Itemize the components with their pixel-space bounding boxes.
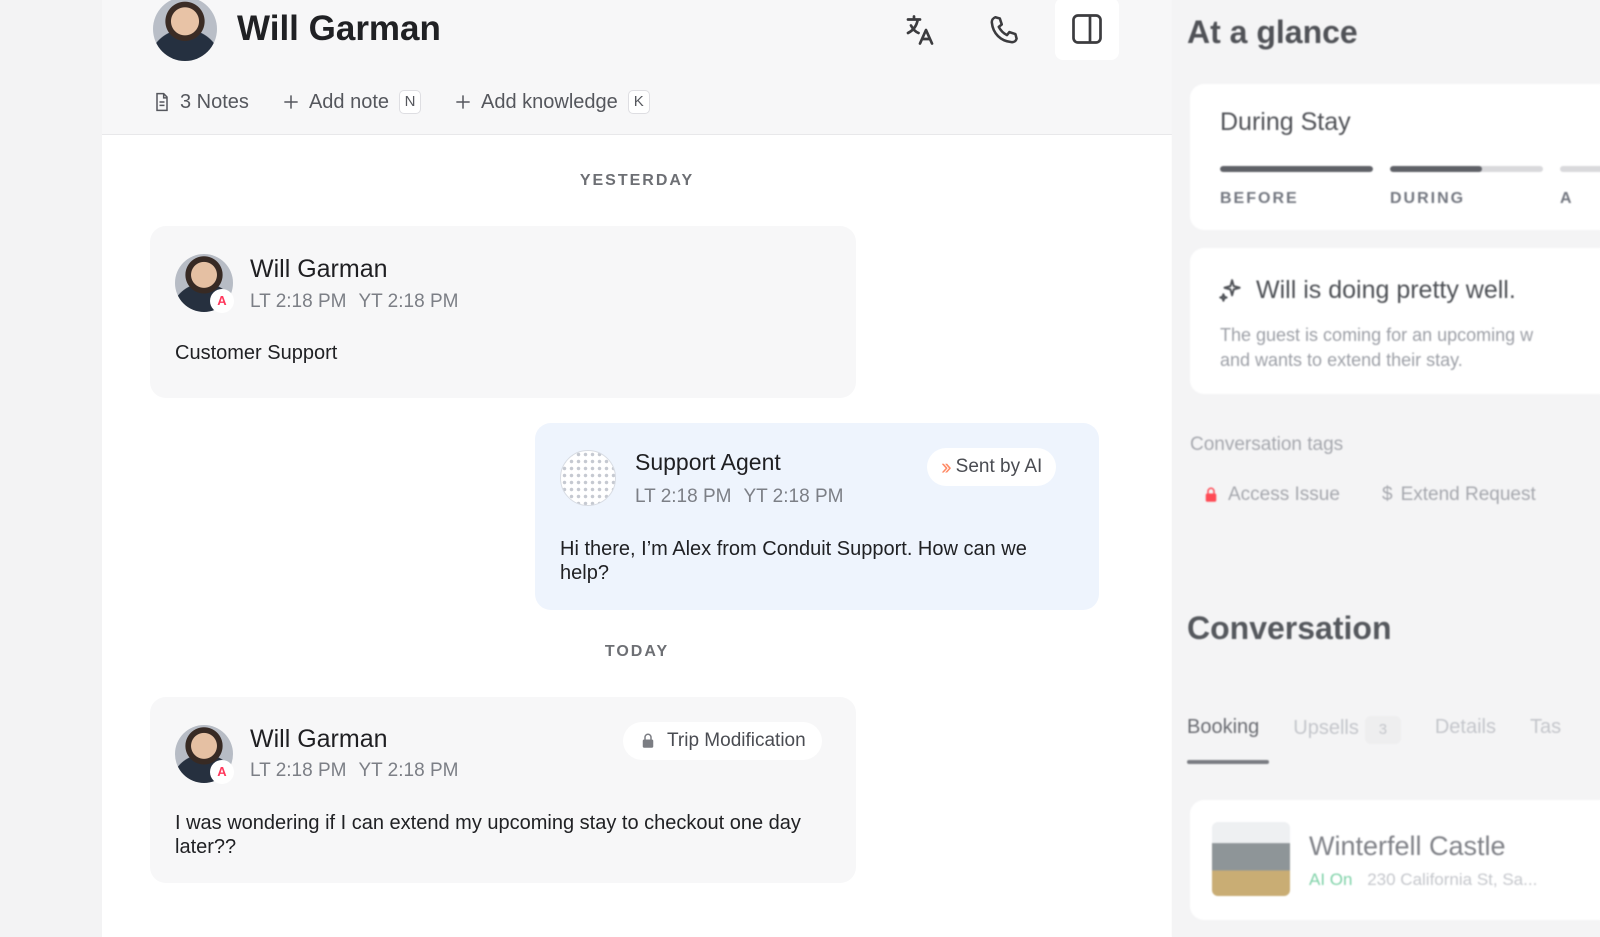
message-timestamps: LT 2:18 PM YT 2:18 PM <box>635 486 843 508</box>
conversation-main: Will Garman 3 Notes Add note N Add knowl… <box>102 0 1172 937</box>
plus-icon <box>456 95 470 109</box>
tag-label: Extend Request <box>1400 484 1536 505</box>
document-icon <box>156 92 168 112</box>
conversation-tabs: Booking Upsells 3 Details Tas <box>1187 716 1561 744</box>
message-timestamps: LT 2:18 PM YT 2:18 PM <box>250 760 458 782</box>
summary-line: The guest is coming for an upcoming w <box>1220 325 1534 345</box>
message-timestamps: LT 2:18 PM YT 2:18 PM <box>250 291 458 313</box>
at-a-glance-title: At a glance <box>1187 14 1358 50</box>
tab-upsells-label: Upsells <box>1293 717 1359 739</box>
extend-request-tag[interactable]: $ Extend Request <box>1382 484 1536 506</box>
sidebar-panel-icon[interactable] <box>1055 0 1119 60</box>
sent-by-ai-badge: ›› Sent by AI <box>927 448 1057 486</box>
date-separator-today: TODAY <box>604 643 670 660</box>
plus-icon <box>284 95 298 109</box>
sent-by-ai-label: Sent by AI <box>955 456 1043 477</box>
local-time: LT 2:18 PM <box>635 486 732 507</box>
add-note-label: Add note <box>308 90 390 113</box>
property-card[interactable]: Winterfell Castle AI On 230 California S… <box>1190 800 1600 920</box>
your-time: YT 2:18 PM <box>358 291 459 312</box>
your-time: YT 2:18 PM <box>743 486 844 507</box>
message-author: Will Garman <box>250 725 388 753</box>
property-meta: AI On 230 California St, Sa... <box>1309 870 1537 890</box>
message-author: Support Agent <box>635 449 781 475</box>
summary-headline: Will is doing pretty well. <box>1256 276 1516 304</box>
contact-name: Will Garman <box>237 9 441 48</box>
message-author: Will Garman <box>250 255 388 283</box>
left-gutter <box>0 0 102 937</box>
notes-button[interactable]: 3 Notes <box>152 91 249 114</box>
tab-tasks[interactable]: Tas <box>1530 716 1561 744</box>
conversation-toolbar: 3 Notes Add note N Add knowledge K <box>152 88 682 116</box>
sparkle-icon <box>1219 278 1241 302</box>
add-note-button[interactable]: Add note N <box>281 90 422 114</box>
tab-details[interactable]: Details <box>1435 716 1496 744</box>
local-time: LT 2:18 PM <box>250 291 347 312</box>
tab-upsells[interactable]: Upsells 3 <box>1293 716 1401 744</box>
ai-status: AI On <box>1309 870 1353 889</box>
conversation-header: Will Garman 3 Notes Add note N Add knowl… <box>102 0 1172 135</box>
dollar-icon: $ <box>1382 484 1393 505</box>
before-progress-bar <box>1220 166 1373 172</box>
tag-label: Trip Modification <box>667 730 806 751</box>
notes-count: 3 Notes <box>180 90 249 113</box>
message-text: Hi there, I’m Alex from Conduit Support.… <box>560 538 1027 584</box>
after-progress-bar <box>1560 166 1600 172</box>
stay-stage-card: During Stay BEFORE DURING A <box>1190 84 1600 230</box>
message-text: I was wondering if I can extend my upcom… <box>175 812 801 858</box>
your-time: YT 2:18 PM <box>358 760 459 781</box>
airbnb-icon: A <box>210 289 234 313</box>
phone-icon[interactable] <box>978 4 1030 56</box>
guest-message-card[interactable]: A Will Garman LT 2:18 PM YT 2:18 PM Trip … <box>150 697 856 883</box>
date-separator-yesterday: YESTERDAY <box>579 172 695 189</box>
add-note-shortcut: N <box>399 90 422 114</box>
airbnb-icon: A <box>210 760 234 784</box>
guest-summary-title: Will is doing pretty well. <box>1218 276 1516 305</box>
before-stage-label: BEFORE <box>1220 190 1299 207</box>
translate-icon[interactable] <box>894 4 946 56</box>
summary-line: and wants to extend their stay. <box>1220 350 1463 370</box>
tag-label: Access Issue <box>1228 484 1340 505</box>
lock-icon <box>1205 487 1217 502</box>
access-issue-tag[interactable]: Access Issue <box>1202 484 1340 506</box>
property-name: Winterfell Castle <box>1309 831 1506 861</box>
conversation-title: Conversation <box>1187 610 1392 646</box>
add-knowledge-label: Add knowledge <box>481 90 618 113</box>
conversation-tags-label: Conversation tags <box>1190 434 1344 455</box>
upsell-count: 3 <box>1364 716 1401 744</box>
message-text: Customer Support <box>175 342 338 364</box>
guest-summary-card: Will is doing pretty well. The guest is … <box>1190 248 1600 394</box>
ai-agent-avatar <box>560 450 616 506</box>
during-stage-label: DURING <box>1390 190 1466 207</box>
guest-message-card[interactable]: A Will Garman LT 2:18 PM YT 2:18 PM Custo… <box>150 226 856 398</box>
stay-stage-title: During Stay <box>1220 108 1351 136</box>
at-a-glance-panel: At a glance During Stay BEFORE DURING A … <box>1172 0 1600 937</box>
property-address: 230 California St, Sa... <box>1367 870 1538 889</box>
double-chevron-icon: ›› <box>941 454 951 479</box>
add-knowledge-button[interactable]: Add knowledge K <box>453 90 650 114</box>
contact-avatar[interactable] <box>153 0 217 61</box>
after-stage-label: A <box>1560 190 1574 207</box>
property-image <box>1212 822 1290 896</box>
trip-modification-tag[interactable]: Trip Modification <box>623 722 822 760</box>
add-knowledge-shortcut: K <box>627 90 650 114</box>
during-progress-bar <box>1390 166 1543 172</box>
lock-icon <box>642 733 654 748</box>
local-time: LT 2:18 PM <box>250 760 347 781</box>
tab-booking[interactable]: Booking <box>1187 716 1259 744</box>
agent-message-card[interactable]: Support Agent LT 2:18 PM YT 2:18 PM ›› Se… <box>535 423 1099 610</box>
summary-body: The guest is coming for an upcoming w an… <box>1220 323 1600 373</box>
active-tab-indicator <box>1187 760 1269 764</box>
